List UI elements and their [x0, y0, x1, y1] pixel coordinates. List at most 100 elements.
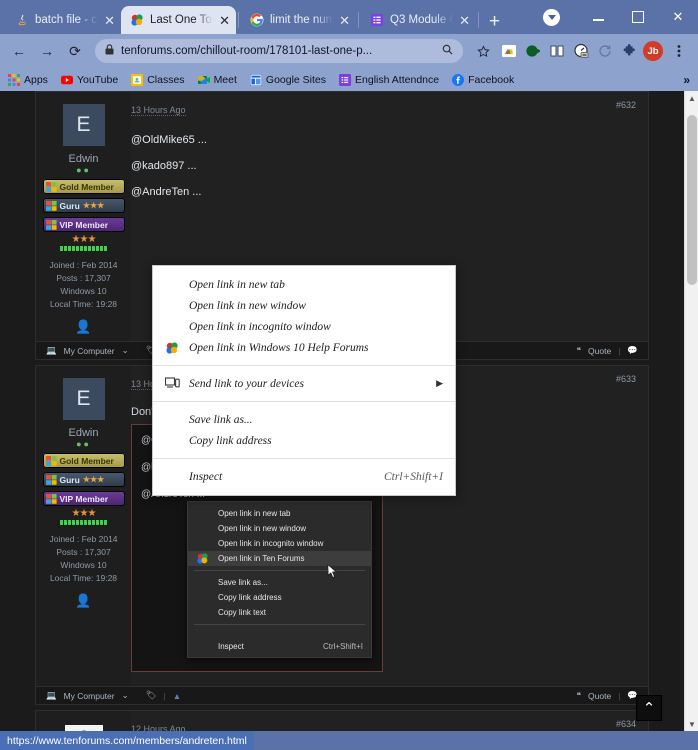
close-window-button[interactable]: ✕	[658, 0, 698, 34]
my-computer-label[interactable]: My Computer	[64, 691, 115, 701]
classroom-icon	[131, 73, 144, 86]
bookmark-apps[interactable]: Apps	[8, 73, 48, 86]
mention-link[interactable]: @kado897 ...	[131, 160, 634, 172]
bookmark-classes[interactable]: Classes	[131, 73, 185, 86]
post-number[interactable]: #633	[616, 374, 636, 384]
forms-icon	[339, 73, 352, 86]
bookmarks-overflow-icon[interactable]: »	[683, 73, 690, 87]
post-number[interactable]: #632	[616, 100, 636, 110]
my-computer-label[interactable]: My Computer	[64, 346, 115, 356]
close-icon[interactable]: ✕	[219, 14, 230, 27]
post-number[interactable]: #634	[616, 719, 636, 729]
multi-quote-icon[interactable]: 💬	[627, 345, 638, 356]
windows-logo-icon	[45, 200, 57, 211]
video-record-icon[interactable]	[522, 40, 544, 62]
menu-item-label: Copy link text	[218, 608, 267, 617]
bookmark-google-sites[interactable]: Google Sites	[249, 73, 326, 86]
puzzle-extensions-icon[interactable]	[618, 40, 640, 62]
badge-label: Gold Member	[59, 181, 114, 192]
quote-icon[interactable]: ❝	[576, 690, 581, 701]
menu-divider	[153, 365, 455, 366]
menu-item-open-link-ten-forums: Open link in Ten Forums	[188, 551, 371, 578]
scroll-up-arrow-icon[interactable]: ▲	[685, 91, 698, 105]
close-icon[interactable]: ✕	[339, 14, 350, 27]
avatar[interactable]: E	[62, 104, 105, 146]
report-icon[interactable]: ▲	[173, 691, 181, 701]
menu-item-label: Open link in new tab	[189, 278, 285, 291]
quote-label[interactable]: Quote	[588, 346, 611, 356]
online-status-icon: 👤	[75, 319, 92, 334]
badge-guru: Guru ★★★	[42, 472, 125, 487]
post-author-sidebar: E Edwin ●● Gold Member Guru ★★★ VIP Memb…	[36, 366, 131, 686]
post-content: 12 Hours Ago #634 Edwin said: ⤺ Don't re…	[131, 711, 648, 731]
menu-item-copy-link-address[interactable]: Copy link address	[153, 430, 455, 451]
menu-item-open-link-windows-10-help-forums[interactable]: Open link in Windows 10 Help Forums	[153, 337, 455, 358]
maximize-button[interactable]	[618, 0, 658, 34]
new-tab-button[interactable]: +	[489, 12, 500, 31]
chevron-right-icon: ▶	[436, 378, 443, 388]
bookmark-youtube[interactable]: YouTube	[60, 74, 118, 86]
vertical-scrollbar[interactable]: ▲ ▼	[684, 91, 698, 731]
bookmark-facebook[interactable]: Facebook	[452, 73, 514, 86]
post-timestamp[interactable]: 13 Hours Ago	[131, 105, 186, 116]
quote-icon[interactable]: ❝	[576, 345, 581, 356]
menu-divider	[194, 624, 365, 625]
page-viewport: E Edwin ●● Gold Member Guru ★★★ VIP Memb…	[0, 91, 698, 731]
back-to-top-button[interactable]: ⌃	[636, 695, 662, 721]
kebab-menu-icon[interactable]	[666, 38, 692, 64]
back-icon[interactable]: ←	[6, 38, 32, 64]
mention-link[interactable]: @AndreTen ...	[131, 186, 634, 198]
search-icon[interactable]	[442, 44, 453, 58]
menu-item-open-link-new-window[interactable]: Open link in new window	[153, 295, 455, 316]
youtube-icon	[60, 74, 73, 86]
address-bar[interactable]: tenforums.com/chillout-room/178101-last-…	[95, 39, 463, 63]
forward-icon[interactable]: →	[34, 38, 60, 64]
bookmark-meet[interactable]: Meet	[197, 74, 237, 86]
speedtest-icon[interactable]	[570, 40, 592, 62]
menu-item-label: Save link as...	[189, 413, 253, 426]
avatar[interactable]: E	[62, 378, 105, 420]
chevron-down-icon[interactable]: ⌄	[122, 345, 129, 356]
badge-stars: ★★★	[82, 201, 105, 210]
menu-item-send-link-to-your-devices[interactable]: Send link to your devices ▶	[153, 373, 455, 394]
menu-item-save-link-as[interactable]: Save link as...	[153, 409, 455, 430]
menu-item-label: Open link in new tab	[218, 509, 291, 518]
author-name[interactable]: Edwin	[40, 153, 127, 165]
tab-limit-the-num[interactable]: limit the num ✕	[241, 6, 356, 34]
tag-icon[interactable]: 🏷	[146, 690, 157, 701]
avatar[interactable]: Jb	[642, 40, 664, 62]
split-view-icon[interactable]	[546, 40, 568, 62]
tab-divider	[358, 12, 359, 28]
menu-item-open-link-incognito-window[interactable]: Open link in incognito window	[153, 316, 455, 337]
tab-batch-file[interactable]: batch file - cr ✕	[6, 6, 121, 34]
chevron-down-icon[interactable]	[543, 8, 560, 26]
post-timestamp[interactable]: 12 Hours Ago	[131, 724, 186, 731]
menu-item-inspect[interactable]: Inspect Ctrl+Shift+I	[153, 466, 455, 487]
bookmark-english-attendance[interactable]: English Attendnce	[339, 73, 439, 86]
mention-link[interactable]: @OldMike65 ...	[131, 134, 634, 146]
author-name[interactable]: Edwin	[40, 427, 127, 439]
menu-divider	[194, 570, 365, 571]
menu-item-save-link-as: Save link as...	[188, 575, 371, 590]
google-drive-icon[interactable]	[498, 40, 520, 62]
chevron-down-icon[interactable]: ⌄	[122, 690, 129, 701]
joined-date: Joined : Feb 2014	[49, 534, 118, 544]
tab-q3-module[interactable]: Q3 Module 6 ✕	[361, 6, 476, 34]
menu-item-label: Open link in Ten Forums	[218, 554, 305, 563]
minimize-button[interactable]	[578, 0, 618, 34]
refresh-extension-icon[interactable]	[594, 40, 616, 62]
window-controls: ✕	[543, 0, 698, 34]
menu-item-inspect: Inspect Ctrl+Shift+I	[188, 639, 371, 654]
close-icon[interactable]: ✕	[459, 14, 470, 27]
quote-label[interactable]: Quote	[588, 691, 611, 701]
reload-icon[interactable]: ⟳	[62, 38, 88, 64]
badge-label: VIP Member	[59, 493, 109, 504]
scroll-down-arrow-icon[interactable]: ▼	[685, 717, 698, 731]
tab-last-one-to-post[interactable]: Last One To P ✕	[121, 6, 236, 34]
close-icon[interactable]: ✕	[104, 14, 115, 27]
scrollbar-thumb[interactable]	[687, 115, 697, 285]
mouse-cursor-icon	[327, 563, 338, 579]
menu-item-open-link-new-tab[interactable]: Open link in new tab	[153, 274, 455, 295]
google-icon	[250, 13, 264, 27]
star-icon[interactable]	[470, 38, 496, 64]
